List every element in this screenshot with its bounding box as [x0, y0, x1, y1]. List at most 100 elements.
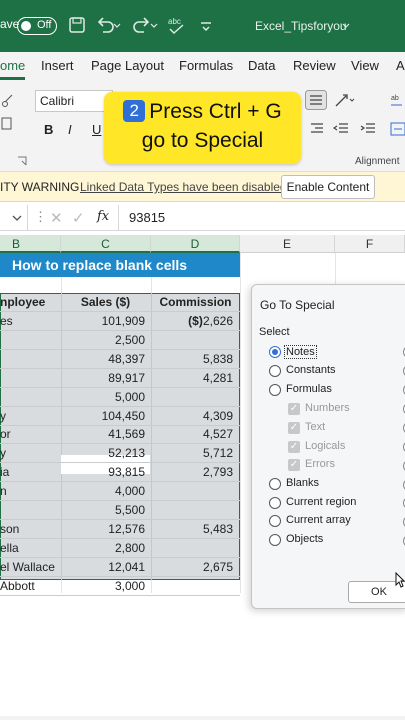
underline-button[interactable]: U	[92, 122, 101, 137]
clipboard-launcher-icon[interactable]	[17, 156, 27, 166]
security-warning-bar: ITY WARNING Linked Data Types have been …	[0, 172, 405, 202]
sales-cell[interactable]: 101,909	[61, 312, 150, 331]
option-blanks-label: Blanks	[286, 477, 320, 489]
increase-indent-icon[interactable]	[360, 122, 376, 136]
save-icon[interactable]	[66, 14, 88, 36]
enter-icon[interactable]: ✓	[72, 209, 85, 227]
enable-content-button[interactable]: Enable Content	[281, 175, 375, 199]
employee-cell[interactable]: n	[0, 482, 60, 501]
sales-cell[interactable]: 2,500	[61, 331, 150, 350]
radio-formulas[interactable]	[269, 384, 281, 396]
commission-cell[interactable]: 2,675	[151, 558, 240, 577]
tab-automate[interactable]: A	[396, 58, 405, 73]
radio-notes[interactable]	[269, 346, 281, 358]
employee-cell[interactable]: ella	[0, 539, 60, 558]
employee-cell[interactable]: son	[0, 520, 60, 539]
tab-view[interactable]: View	[351, 58, 379, 73]
commission-cell[interactable]: 4,527	[151, 425, 240, 444]
decrease-indent-icon[interactable]	[333, 122, 349, 136]
radio-constants[interactable]	[269, 365, 281, 377]
header-employee[interactable]: nployee	[0, 293, 60, 312]
radio-current-array[interactable]	[269, 515, 281, 527]
sales-cell[interactable]: 2,800	[61, 539, 150, 558]
column-header-b[interactable]: B	[0, 235, 61, 253]
align-right-icon[interactable]	[308, 122, 324, 136]
autosave-toggle[interactable]: Off	[17, 17, 57, 35]
undo-dropdown-icon[interactable]	[112, 14, 122, 36]
employee-cell[interactable]: Abbott	[0, 577, 60, 596]
commission-cell[interactable]: 4,309	[151, 407, 240, 426]
commission-cell[interactable]: 4,281	[151, 369, 240, 388]
employee-cell[interactable]: ia	[0, 463, 60, 482]
wrap-text-icon[interactable]: ab	[390, 92, 405, 110]
employee-cell[interactable]: es	[0, 312, 60, 331]
radio-current-region[interactable]	[269, 497, 281, 509]
sales-cell[interactable]: 4,000	[61, 482, 150, 501]
italic-button[interactable]: I	[68, 122, 72, 137]
commission-cell[interactable]: 2,626	[151, 312, 240, 331]
table-row: 48,397 5,838	[0, 350, 240, 369]
tab-data[interactable]: Data	[248, 58, 275, 73]
more-commands-icon[interactable]	[195, 14, 217, 36]
employee-cell[interactable]: y	[0, 407, 60, 426]
security-message-link[interactable]: Linked Data Types have been disabled	[80, 180, 287, 194]
commission-cell[interactable]: 5,712	[151, 444, 240, 463]
column-header-e[interactable]: E	[240, 235, 335, 253]
paste-icon[interactable]	[0, 116, 16, 130]
name-box-dropdown-icon[interactable]	[12, 214, 22, 222]
column-header-f[interactable]: F	[335, 235, 405, 253]
document-name[interactable]: Excel_Tipsforyou	[255, 19, 347, 33]
formula-input[interactable]: 93815	[129, 210, 165, 225]
tab-review[interactable]: Review	[293, 58, 336, 73]
align-top-icon[interactable]	[305, 90, 327, 110]
font-name-box[interactable]: Calibri	[35, 90, 113, 112]
sales-cell[interactable]: 89,917	[61, 369, 150, 388]
step-badge: 2	[123, 100, 146, 122]
column-header-c[interactable]: C	[61, 235, 151, 253]
formula-bar: ⋮ ✕ ✓ fx 93815	[0, 205, 405, 231]
insert-function-icon[interactable]: fx	[97, 209, 109, 224]
bold-button[interactable]: B	[44, 122, 53, 137]
tab-home[interactable]: ome	[0, 58, 25, 73]
docname-chevron-icon[interactable]	[341, 14, 351, 36]
column-header-d[interactable]: D	[151, 235, 240, 253]
sales-cell[interactable]: 5,000	[61, 388, 150, 407]
sales-cell[interactable]: 12,576	[61, 520, 150, 539]
option-objects-label: Objects	[286, 533, 324, 545]
tab-formulas[interactable]: Formulas	[179, 58, 233, 73]
spelling-icon[interactable]: abc	[166, 14, 188, 36]
merge-center-icon[interactable]	[390, 122, 405, 136]
go-to-special-dialog: Go To Special Select Notes Constants For…	[251, 284, 405, 609]
commission-cell[interactable]: 5,838	[151, 350, 240, 369]
orientation-icon[interactable]	[334, 92, 356, 108]
sheet-title[interactable]: How to replace blank cells	[0, 253, 240, 277]
more-options-icon[interactable]: ⋮	[34, 209, 47, 225]
sales-cell[interactable]: 41,569	[61, 425, 150, 444]
sales-cell[interactable]: 48,397	[61, 350, 150, 369]
radio-blanks[interactable]	[269, 478, 281, 490]
cut-icon[interactable]	[0, 94, 16, 108]
formula-separator	[118, 205, 119, 231]
tab-page-layout[interactable]: Page Layout	[91, 58, 164, 73]
sales-cell[interactable]: 3,000	[61, 577, 150, 596]
employee-cell[interactable]: or	[0, 425, 60, 444]
tab-insert[interactable]: Insert	[41, 58, 74, 73]
cancel-icon[interactable]: ✕	[50, 209, 63, 227]
sales-cell[interactable]: 12,041	[61, 558, 150, 577]
header-sales[interactable]: Sales ($)	[61, 293, 150, 312]
svg-text:abc: abc	[168, 17, 181, 26]
sales-cell[interactable]: 93,815	[61, 463, 150, 482]
table-row: es 101,909 2,626	[0, 312, 240, 331]
sales-cell[interactable]: 104,450	[61, 407, 150, 426]
radio-objects[interactable]	[269, 534, 281, 546]
sales-cell[interactable]: 52,213	[61, 444, 150, 463]
redo-dropdown-icon[interactable]	[149, 14, 159, 36]
commission-cell[interactable]: 2,793	[151, 463, 240, 482]
sales-cell[interactable]: 5,500	[61, 501, 150, 520]
status-strip	[0, 716, 405, 720]
employee-cell[interactable]: el Wallace	[0, 558, 60, 577]
option-notes-label: Notes	[284, 345, 317, 359]
employee-cell[interactable]: y	[0, 444, 60, 463]
mouse-cursor-icon	[395, 572, 405, 588]
commission-cell[interactable]: 5,483	[151, 520, 240, 539]
